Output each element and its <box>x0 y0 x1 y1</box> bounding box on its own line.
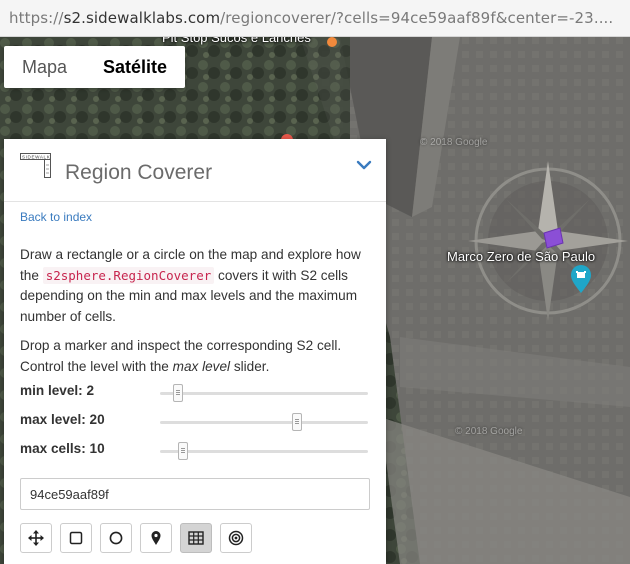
max-level-value: 20 <box>89 412 105 427</box>
grid-icon <box>188 531 204 545</box>
rectangle-tool-button[interactable] <box>60 523 92 553</box>
desc-emphasis: max level <box>172 358 231 374</box>
imagery-watermark: © 2018 Google <box>455 426 523 437</box>
url-scheme: https:// <box>9 9 64 27</box>
url-text[interactable]: https://s2.sidewalklabs.com/regioncovere… <box>9 9 613 27</box>
max-cells-label: max cells: 10 <box>20 441 105 456</box>
back-to-index-link[interactable]: Back to index <box>20 210 92 224</box>
logo-text: SIDEWALK <box>22 154 51 159</box>
target-icon <box>228 530 244 546</box>
circle-tool-button[interactable] <box>100 523 132 553</box>
pan-icon <box>28 530 44 546</box>
min-level-slider[interactable] <box>160 384 368 402</box>
min-level-label: min level: 2 <box>20 383 95 398</box>
chevron-down-icon[interactable] <box>356 159 372 171</box>
url-host: s2.sidewalklabs.com <box>63 9 221 27</box>
address-bar[interactable]: https://s2.sidewalklabs.com/regioncovere… <box>0 0 630 37</box>
region-coverer-panel: SIDEWALK Region Coverer Back to index Dr… <box>4 139 386 564</box>
max-cells-slider[interactable] <box>160 442 368 460</box>
max-level-label: max level: 20 <box>20 412 105 427</box>
target-tool-button[interactable] <box>220 523 252 553</box>
max-cells-value: 10 <box>89 441 105 456</box>
desc-text: slider. <box>230 358 270 374</box>
max-level-row: max level: 20 <box>20 412 370 432</box>
url-path: /regioncoverer/?cells=94ce59aaf89f&cente… <box>220 9 614 27</box>
grid-tool-button[interactable] <box>180 523 212 553</box>
cell-token-input[interactable] <box>20 478 370 510</box>
marker-icon <box>151 530 161 545</box>
slider-handle[interactable] <box>178 442 188 460</box>
marker-tool-button[interactable] <box>140 523 172 553</box>
panel-description: Draw a rectangle or a circle on the map … <box>20 245 370 386</box>
description-paragraph: Drop a marker and inspect the correspond… <box>20 336 370 377</box>
min-level-row: min level: 2 <box>20 383 370 403</box>
slider-handle[interactable] <box>173 384 183 402</box>
min-level-value: 2 <box>86 383 95 398</box>
rectangle-icon <box>69 531 83 545</box>
slider-handle[interactable] <box>292 413 302 431</box>
imagery-watermark: © 2018 Google <box>420 137 488 148</box>
description-paragraph: Draw a rectangle or a circle on the map … <box>20 245 370 327</box>
map-type-mapa[interactable]: Mapa <box>4 46 85 88</box>
max-cells-row: max cells: 10 <box>20 441 370 461</box>
code-snippet: s2sphere.RegionCoverer <box>42 266 215 284</box>
circle-icon <box>109 531 123 545</box>
marco-zero-label[interactable]: Marco Zero de São Paulo <box>447 249 595 264</box>
sidewalk-logo-icon: SIDEWALK <box>20 153 51 178</box>
pan-tool-button[interactable] <box>20 523 52 553</box>
map-type-control: Mapa Satélite <box>4 46 186 88</box>
panel-header: SIDEWALK Region Coverer <box>4 139 386 202</box>
page-title: Region Coverer <box>65 161 213 184</box>
map-type-satellite[interactable]: Satélite <box>85 46 185 88</box>
poi-label[interactable]: Pit Stop Sucos e Lanches <box>162 37 311 45</box>
drawing-toolbar <box>20 523 252 553</box>
max-level-slider[interactable] <box>160 413 368 431</box>
